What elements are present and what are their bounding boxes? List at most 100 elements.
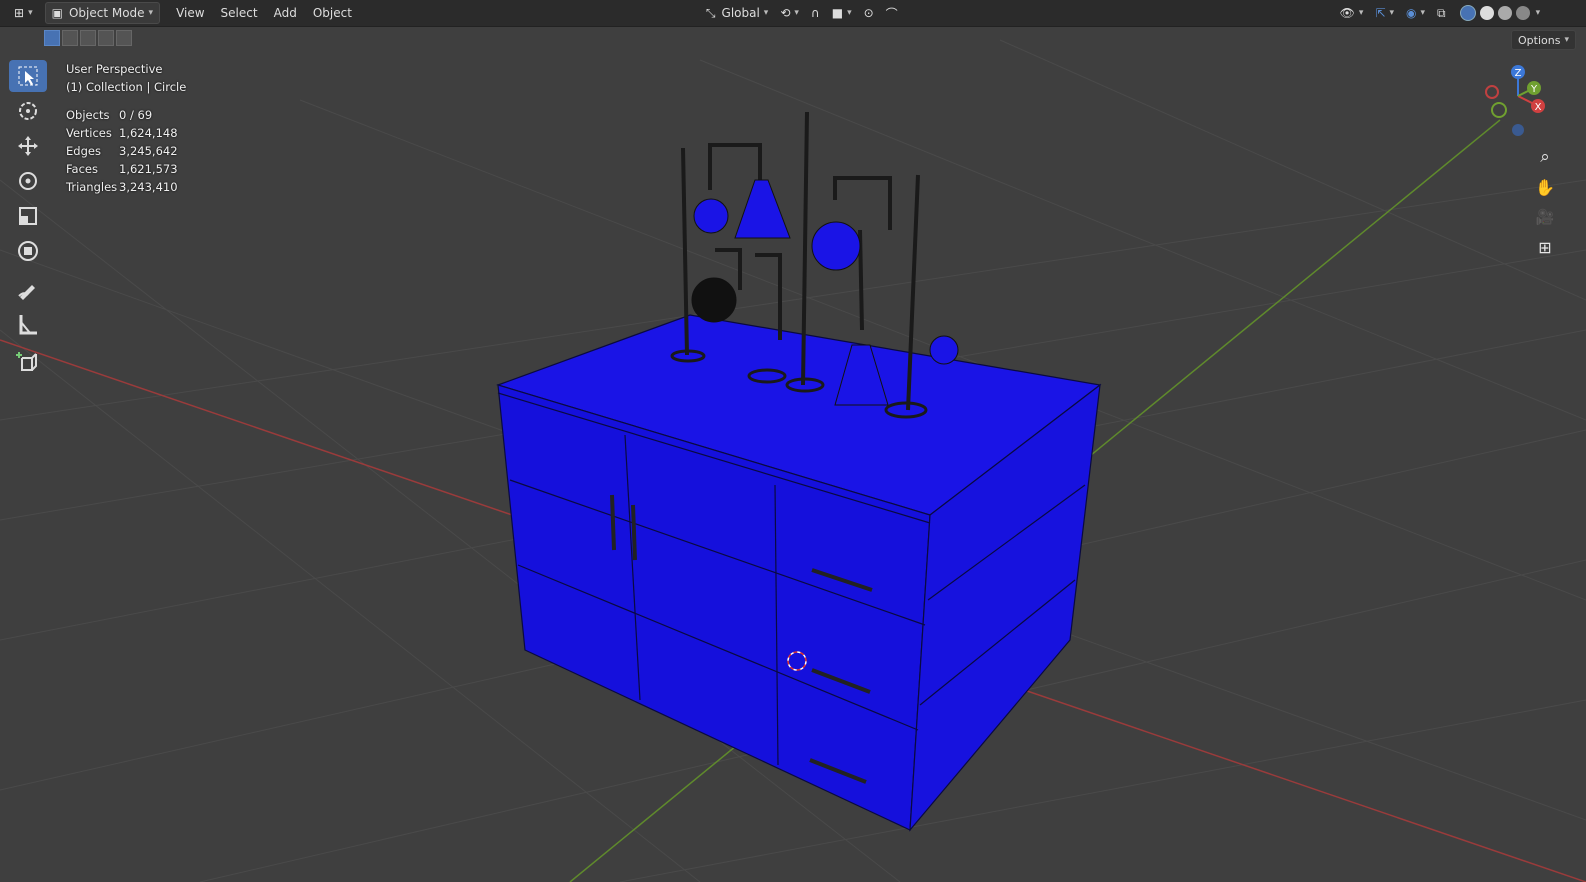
menu-add[interactable]: Add [266, 6, 305, 20]
solid-shading-icon[interactable] [1479, 6, 1494, 20]
snap-toggle[interactable]: ∩ [805, 3, 826, 23]
select-invert-icon[interactable] [98, 30, 114, 46]
add-cube-icon [16, 352, 37, 371]
annotate-icon [18, 285, 35, 300]
pivot-icon: ⟲ [780, 6, 791, 20]
gizmo-z-label: Z [1515, 68, 1522, 79]
cursor-tool[interactable] [9, 95, 47, 127]
magnet-icon: ∩ [810, 6, 820, 20]
measure-tool[interactable] [9, 308, 47, 340]
mode-dropdown[interactable]: ▣ Object Mode ▾ [44, 2, 161, 24]
stat-row-triangles: Triangles 3,243,410 [66, 178, 178, 196]
select-extend-icon[interactable] [62, 30, 78, 46]
move-icon [18, 136, 38, 156]
stat-label: Vertices [66, 126, 112, 140]
select-box-tool[interactable] [9, 60, 47, 92]
hand-icon: ✋ [1535, 177, 1555, 197]
overlays-icon: ◉ [1406, 6, 1417, 20]
selection-mode-buttons [44, 30, 132, 48]
stat-row-vertices: Vertices 1,624,148 [66, 124, 178, 142]
editor-type-icon: ⊞ [14, 6, 25, 20]
gizmo-x-label: X [1535, 102, 1542, 113]
options-dropdown[interactable]: Options ▾ [1511, 30, 1576, 50]
options-label: Options [1518, 33, 1561, 47]
falloff-dropdown[interactable]: ⌒ [880, 3, 904, 23]
camera-icon: 🎥 [1535, 208, 1555, 226]
menu-view[interactable]: View [168, 6, 212, 20]
collection-label: (1) Collection | Circle [66, 80, 187, 94]
stat-label: Triangles [66, 180, 118, 194]
overlays-toggle[interactable]: ◉ ▾ [1400, 3, 1431, 23]
stat-label: Faces [66, 162, 98, 176]
xray-toggle[interactable]: ⧉ [1431, 3, 1452, 23]
pivot-dropdown[interactable]: ⟲ ▾ [774, 3, 805, 23]
scale-icon [19, 207, 37, 225]
wireframe-shading-icon[interactable] [1459, 5, 1476, 21]
object-mode-icon: ▣ [51, 6, 63, 20]
orientation-dropdown[interactable]: ⤡ Global ▾ [700, 3, 774, 23]
gizmo-neg-z[interactable] [1512, 124, 1524, 136]
stat-value: 1,624,148 [119, 126, 178, 140]
xray-icon: ⧉ [1437, 5, 1446, 20]
proportional-edit-icon: ⊙ [863, 6, 874, 20]
select-subtract-icon[interactable] [80, 30, 96, 46]
menu-object[interactable]: Object [305, 6, 360, 20]
scene-canvas[interactable] [0, 0, 1586, 882]
gizmo-y-label: Y [1530, 84, 1538, 95]
visibility-dropdown[interactable]: 👁 ▾ [1334, 3, 1370, 23]
measure-icon [19, 315, 37, 335]
transform-tool[interactable] [9, 235, 47, 267]
perspective-toggle-button[interactable]: ⊞ [1532, 234, 1558, 260]
lab-cabinet-mesh[interactable] [496, 314, 1102, 832]
orientation-icon: ⤡ [705, 5, 716, 20]
select-box-icon [18, 66, 38, 86]
rotate-icon [19, 172, 37, 190]
stat-value: 3,245,642 [119, 144, 178, 158]
viewport-header: ⊞ ▾ ▣ Object Mode ▾ View Select Add Objec… [0, 0, 1586, 27]
eye-icon: 👁 [1339, 6, 1355, 20]
stat-row-faces: Faces 1,621,573 [66, 160, 178, 178]
select-new-icon[interactable] [44, 30, 60, 46]
zoom-button[interactable]: ⌕ [1532, 144, 1558, 170]
stat-value: 1,621,573 [119, 162, 178, 176]
stat-value: 3,243,410 [119, 180, 178, 194]
stat-row-objects: Objects 0 / 69 [66, 106, 178, 124]
snap-target-icon: ■ [831, 6, 844, 20]
navigation-gizmo[interactable]: Z X Y [1480, 60, 1556, 140]
perspective-label: User Perspective [66, 62, 163, 76]
editor-type-button[interactable]: ⊞ ▾ [8, 3, 39, 23]
zoom-icon: ⌕ [1540, 147, 1550, 167]
rendered-shading-icon[interactable] [1515, 6, 1530, 20]
scale-tool[interactable] [9, 200, 47, 232]
camera-view-button[interactable]: 🎥 [1532, 204, 1558, 230]
3d-viewport[interactable]: ⊞ ▾ ▣ Object Mode ▾ View Select Add Objec… [0, 0, 1586, 882]
shading-buttons: ▾ [1452, 3, 1547, 23]
navigation-buttons: ⌕ ✋ 🎥 ⊞ [1532, 144, 1560, 264]
gizmo-neg-x[interactable] [1485, 85, 1499, 99]
gizmo-toggle[interactable]: ⇱ ▾ [1369, 3, 1400, 23]
viewport-info: User Perspective (1) Collection | Circle [66, 60, 186, 96]
stat-row-edges: Edges 3,245,642 [66, 142, 178, 160]
cursor-icon [19, 102, 37, 120]
mode-label: Object Mode [68, 6, 145, 20]
statistics-overlay: Objects 0 / 69 Vertices 1,624,148 Edges 3,2… [66, 106, 178, 196]
menu-select[interactable]: Select [213, 6, 266, 20]
add-cube-tool[interactable] [9, 346, 47, 378]
transform-icon [18, 241, 38, 261]
select-intersect-icon[interactable] [116, 30, 132, 46]
material-shading-icon[interactable] [1497, 6, 1512, 20]
annotate-tool[interactable] [9, 273, 47, 305]
gizmo-neg-y[interactable] [1491, 102, 1507, 118]
falloff-curve-icon: ⌒ [885, 6, 898, 21]
move-tool[interactable] [9, 130, 47, 162]
pan-button[interactable]: ✋ [1532, 174, 1558, 200]
proportional-edit-toggle[interactable]: ⊙ [858, 3, 880, 23]
snap-dropdown[interactable]: ■ ▾ [826, 3, 858, 23]
orientation-label: Global [721, 6, 760, 20]
tool-shelf [9, 60, 49, 381]
stat-value: 0 / 69 [119, 108, 153, 122]
stat-label: Edges [66, 144, 101, 158]
grid-icon: ⊞ [1538, 237, 1552, 257]
stat-label: Objects [66, 108, 110, 122]
rotate-tool[interactable] [9, 165, 47, 197]
